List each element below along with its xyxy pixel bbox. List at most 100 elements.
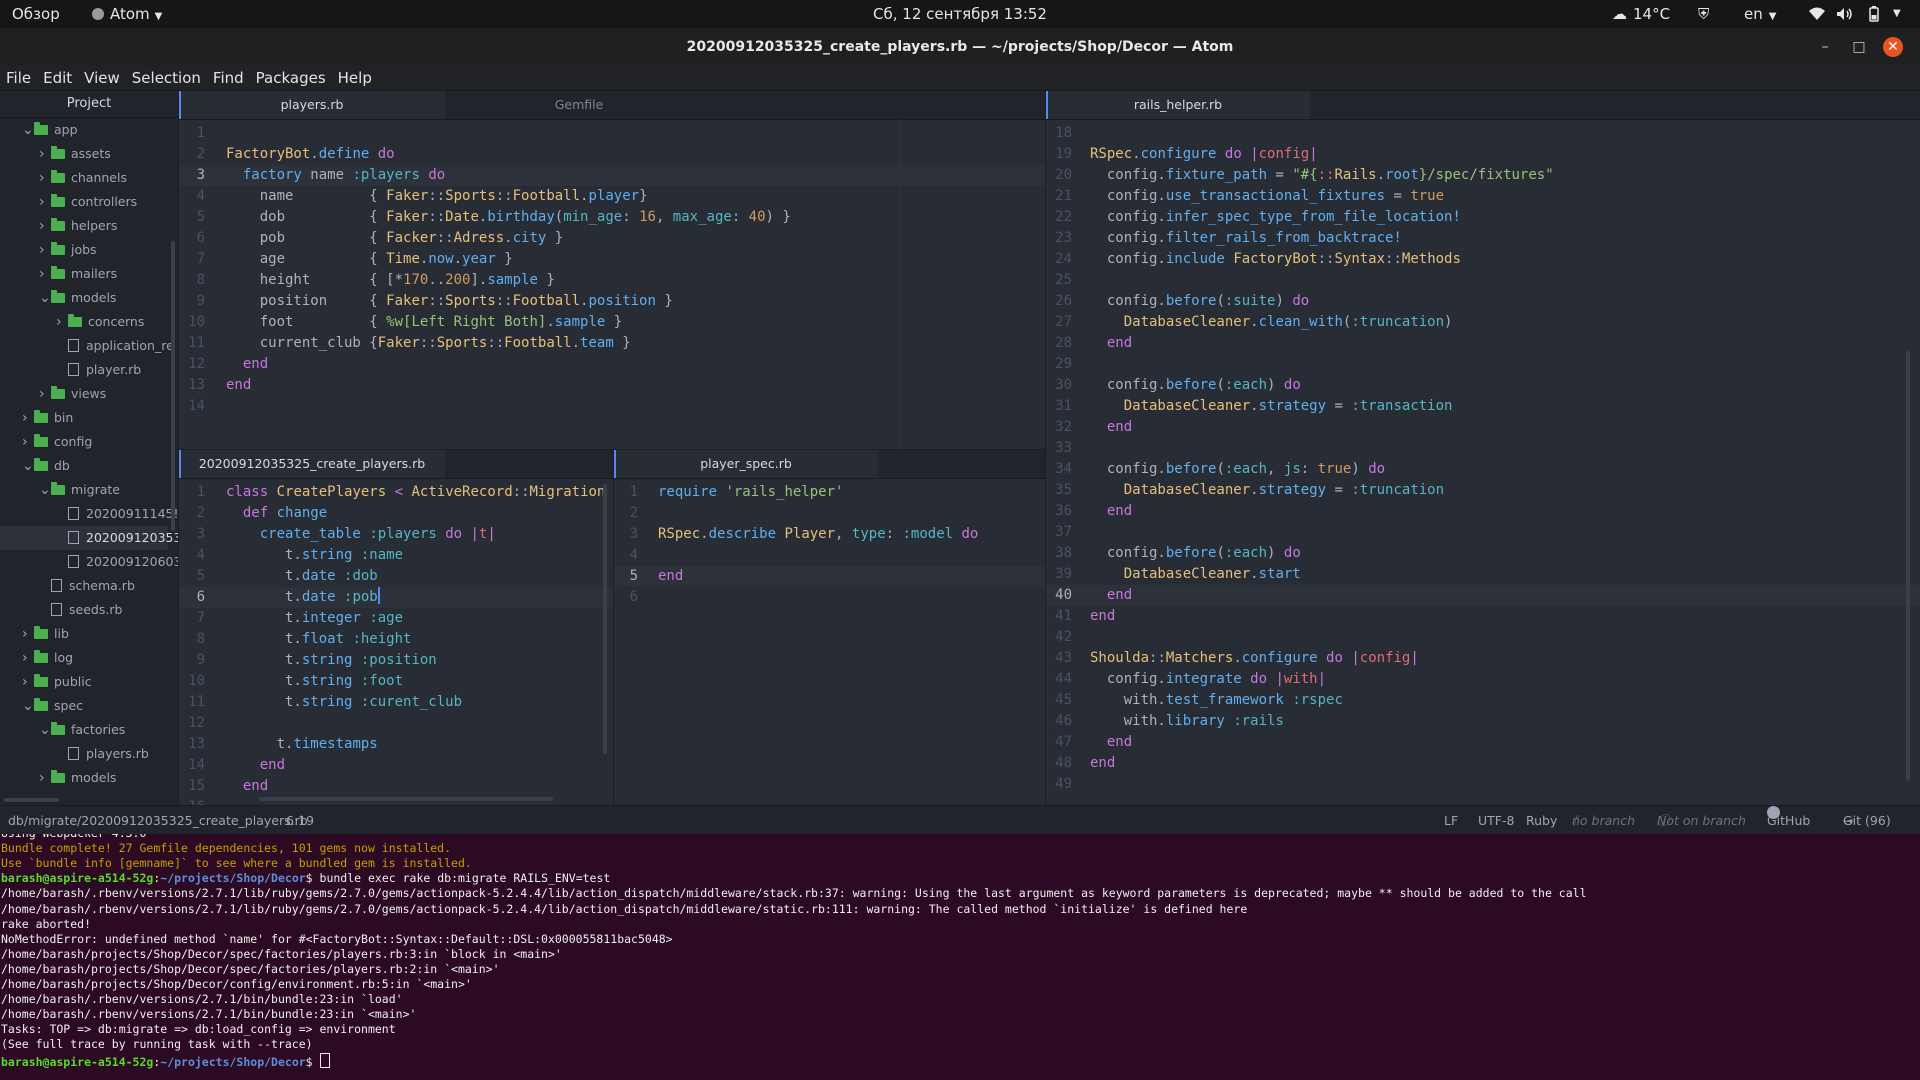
chevron-right-icon[interactable]: › — [56, 310, 68, 334]
chevron-right-icon[interactable]: › — [39, 382, 51, 406]
menu-file[interactable]: File — [0, 66, 37, 90]
code-line[interactable]: 5 t.date :dob — [179, 566, 613, 587]
status-cursor-position[interactable]: 6:19 — [286, 806, 314, 835]
code-editor[interactable]: 1 require 'rails_helper' 2 3 RSpec.describe … — [614, 478, 1045, 805]
code-line[interactable]: 22 config.infer_spec_type_from_file_loca… — [1046, 207, 1920, 228]
tree-folder[interactable]: › views — [0, 382, 168, 406]
code-line[interactable]: 8 height { [*170..200].sample } — [179, 270, 1045, 291]
tab-player-spec-rb[interactable]: player_spec.rb — [614, 450, 878, 478]
chevron-down-icon[interactable]: ⌄ — [39, 478, 51, 502]
weather-indicator[interactable]: ☁ 14°C — [1612, 0, 1670, 28]
tab-create-players-migration[interactable]: 20200912035325_create_players.rb — [179, 450, 445, 478]
chevron-right-icon[interactable]: › — [22, 622, 34, 646]
chevron-right-icon[interactable]: › — [22, 406, 34, 430]
chevron-right-icon[interactable]: › — [39, 766, 51, 790]
code-line[interactable]: 5 end — [614, 566, 1045, 587]
code-line[interactable]: 3 factory name :players do — [179, 165, 1045, 186]
code-line[interactable]: 37 — [1046, 522, 1920, 543]
tab-gemfile[interactable]: Gemfile — [446, 91, 712, 119]
code-line[interactable]: 44 config.integrate do |with| — [1046, 669, 1920, 690]
code-line[interactable]: 26 config.before(:suite) do — [1046, 291, 1920, 312]
minimize-button[interactable]: – — [1815, 37, 1835, 57]
tree-folder[interactable]: ⌄ models — [0, 286, 168, 310]
tree-folder[interactable]: ⌄ app — [0, 118, 168, 142]
code-line[interactable]: 13 t.timestamps — [179, 734, 613, 755]
app-menu[interactable]: Atom ▼ — [92, 0, 162, 28]
chevron-right-icon[interactable]: › — [39, 238, 51, 262]
chevron-right-icon[interactable]: › — [39, 262, 51, 286]
chevron-down-icon[interactable]: ⌄ — [39, 718, 51, 742]
code-line[interactable]: 5 dob { Faker::Date.birthday(min_age: 16… — [179, 207, 1045, 228]
code-line[interactable]: 10 foot { %w[Left Right Both].sample } — [179, 312, 1045, 333]
code-line[interactable]: 24 config.include FactoryBot::Syntax::Me… — [1046, 249, 1920, 270]
code-line[interactable]: 4 — [614, 545, 1045, 566]
code-line[interactable]: 36 end — [1046, 501, 1920, 522]
code-line[interactable]: 42 — [1046, 627, 1920, 648]
code-line[interactable]: 12 — [179, 713, 613, 734]
chevron-right-icon[interactable]: › — [39, 142, 51, 166]
chevron-right-icon[interactable]: › — [22, 670, 34, 694]
code-line[interactable]: 11 t.string :curent_club — [179, 692, 613, 713]
maximize-button[interactable]: □ — [1849, 37, 1869, 57]
tree-folder[interactable]: › mailers — [0, 262, 168, 286]
code-line[interactable]: 2 def change — [179, 503, 613, 524]
tree-horizontal-scrollbar[interactable] — [4, 798, 59, 802]
code-line[interactable]: 6 pob { Facker::Adress.city } — [179, 228, 1045, 249]
tree-folder[interactable]: › assets — [0, 142, 168, 166]
status-line-ending[interactable]: LF — [1444, 806, 1458, 835]
code-line[interactable]: 6 — [614, 587, 1045, 608]
close-button[interactable]: ✕ — [1883, 37, 1903, 57]
keyboard-layout[interactable]: en ▼ — [1744, 0, 1776, 28]
tab-players-rb[interactable]: players.rb — [179, 91, 445, 119]
code-line[interactable]: 7 age { Time.now.year } — [179, 249, 1045, 270]
chevron-down-icon[interactable]: ⌄ — [22, 694, 34, 718]
chevron-right-icon[interactable]: › — [22, 646, 34, 670]
tree-folder[interactable]: ⌄ factories — [0, 718, 168, 742]
tree-folder[interactable]: › models — [0, 766, 168, 790]
code-editor[interactable]: 1 2 FactoryBot.define do 3 factory name :pl… — [179, 119, 1045, 449]
status-grammar[interactable]: Ruby — [1526, 806, 1557, 835]
code-line[interactable]: 43 Shoulda::Matchers.configure do |config… — [1046, 648, 1920, 669]
tree-folder[interactable]: › helpers — [0, 214, 168, 238]
tree-folder[interactable]: › jobs — [0, 238, 168, 262]
code-line[interactable]: 2 FactoryBot.define do — [179, 144, 1045, 165]
activities-button[interactable]: Обзор — [12, 0, 60, 28]
tree-folder[interactable]: ⌄ db — [0, 454, 168, 478]
tree-file[interactable]: seeds.rb — [0, 598, 168, 622]
code-line[interactable]: 9 position { Faker::Sports::Football.pos… — [179, 291, 1045, 312]
code-line[interactable]: 14 — [179, 396, 1045, 417]
code-line[interactable]: 32 end — [1046, 417, 1920, 438]
code-line[interactable]: 13 end — [179, 375, 1045, 396]
tree-vertical-scrollbar[interactable] — [171, 241, 175, 531]
terminal[interactable]: Using Webpacker 4.3.0Bundle complete! 27… — [0, 834, 1920, 1080]
menu-edit[interactable]: Edit — [37, 66, 78, 90]
code-editor[interactable]: 1 class CreatePlayers < ActiveRecord::Mig… — [179, 478, 613, 805]
chevron-right-icon[interactable]: › — [39, 190, 51, 214]
tree-file[interactable]: 2020091206031 — [0, 550, 178, 574]
tree-folder[interactable]: › lib — [0, 622, 168, 646]
code-line[interactable]: 7 t.integer :age — [179, 608, 613, 629]
code-line[interactable]: 19 RSpec.configure do |config| — [1046, 144, 1920, 165]
code-line[interactable]: 27 DatabaseCleaner.clean_with(:truncatio… — [1046, 312, 1920, 333]
tree-file[interactable]: player.rb — [0, 358, 168, 382]
chevron-down-icon[interactable]: ⌄ — [22, 454, 34, 478]
tree-folder[interactable]: ⌄ migrate — [0, 478, 168, 502]
code-line[interactable]: 38 config.before(:each) do — [1046, 543, 1920, 564]
code-line[interactable]: 3 RSpec.describe Player, type: :model do — [614, 524, 1045, 545]
tab-rails-helper-rb[interactable]: rails_helper.rb — [1046, 91, 1310, 119]
code-line[interactable]: 46 with.library :rails — [1046, 711, 1920, 732]
code-line[interactable]: 3 create_table :players do |t| — [179, 524, 613, 545]
menu-view[interactable]: View — [78, 66, 126, 90]
code-line[interactable]: 18 — [1046, 123, 1920, 144]
code-line[interactable]: 15 end — [179, 776, 613, 797]
code-line[interactable]: 41 end — [1046, 606, 1920, 627]
chevron-right-icon[interactable]: › — [39, 214, 51, 238]
wifi-icon[interactable] — [1808, 0, 1826, 28]
tree-folder[interactable]: › bin — [0, 406, 168, 430]
code-line[interactable]: 33 — [1046, 438, 1920, 459]
editor-horizontal-scrollbar[interactable] — [259, 797, 553, 801]
menu-selection[interactable]: Selection — [126, 66, 207, 90]
code-line[interactable]: 4 name { Faker::Sports::Football.player} — [179, 186, 1045, 207]
tree-folder[interactable]: › channels — [0, 166, 168, 190]
chevron-down-icon[interactable]: ⌄ — [39, 286, 51, 310]
